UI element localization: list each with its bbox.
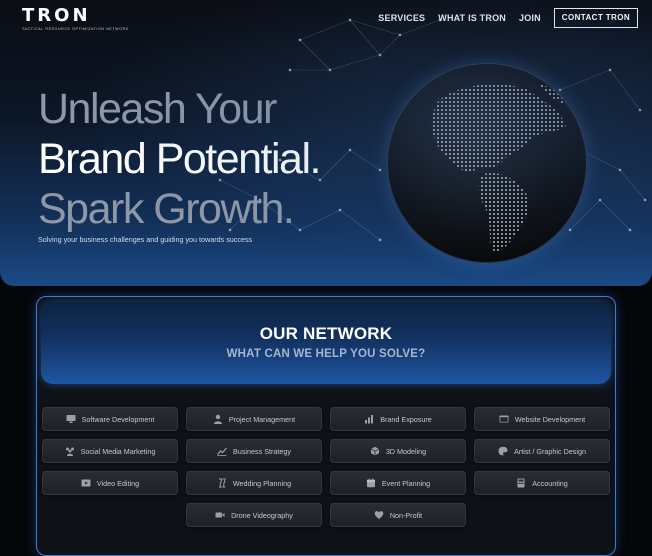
browser-window-icon xyxy=(499,414,509,424)
service-card-project-management[interactable]: Project Management xyxy=(186,407,322,431)
section-title: OUR NETWORK xyxy=(259,324,393,343)
service-card-video-editing[interactable]: Video Editing xyxy=(42,471,178,495)
section-subtitle: WHAT CAN WE HELP YOU SOLVE? xyxy=(226,348,426,360)
service-card-3d-modeling[interactable]: 3D Modeling xyxy=(330,439,466,463)
service-card-accounting[interactable]: Accounting xyxy=(474,471,610,495)
calendar-icon xyxy=(366,478,376,488)
service-label: Drone Videography xyxy=(231,510,293,520)
hero-section: TRON TACTICAL RESOURCE OPTIMIZATION NETW… xyxy=(0,0,652,286)
globe-dots-icon xyxy=(432,84,572,252)
service-label: Wedding Planning xyxy=(232,478,292,488)
service-card-brand-exposure[interactable]: Brand Exposure xyxy=(330,407,466,431)
service-label: Software Development xyxy=(81,414,155,424)
service-card-website-development[interactable]: Website Development xyxy=(474,407,610,431)
service-label: Video Editing xyxy=(96,478,140,488)
monitor-icon xyxy=(66,414,76,424)
trend-line-icon xyxy=(217,446,228,456)
top-nav: SERVICES WHAT IS TRON JOIN CONTACT TRON xyxy=(378,8,638,28)
headline-line-1: Unleash Your xyxy=(38,85,277,133)
service-card-non-profit[interactable]: Non-Profit xyxy=(330,503,466,527)
people-group-icon xyxy=(65,446,75,456)
service-label: Project Management xyxy=(228,414,296,424)
globe-graphic xyxy=(388,64,586,262)
play-video-icon xyxy=(81,478,91,488)
our-network-panel: OUR NETWORK WHAT CAN WE HELP YOU SOLVE? … xyxy=(36,296,616,556)
hero-headline: Unleash Your Brand Potential. Spark Grow… xyxy=(38,84,321,234)
service-label: Brand Exposure xyxy=(380,414,432,424)
headline-line-3: Spark Growth. xyxy=(38,185,295,233)
bar-chart-icon xyxy=(364,414,374,424)
service-card-software-development[interactable]: Software Development xyxy=(42,407,178,431)
video-camera-icon xyxy=(215,510,225,520)
hero-subtitle: Solving your business challenges and gui… xyxy=(38,235,253,244)
service-card-event-planning[interactable]: Event Planning xyxy=(330,471,466,495)
service-label: Event Planning xyxy=(381,478,431,488)
service-card-wedding-planning[interactable]: Wedding Planning xyxy=(186,471,322,495)
champagne-icon xyxy=(217,478,227,488)
service-card-business-strategy[interactable]: Business Strategy xyxy=(186,439,322,463)
tron-logo[interactable]: TRON TACTICAL RESOURCE OPTIMIZATION NETW… xyxy=(22,5,132,32)
nav-link-what-is-tron[interactable]: WHAT IS TRON xyxy=(438,9,506,27)
service-label: Artist / Graphic Design xyxy=(514,446,586,456)
palette-icon xyxy=(498,446,508,456)
our-network-banner: OUR NETWORK WHAT CAN WE HELP YOU SOLVE? xyxy=(41,302,611,384)
service-label: Website Development xyxy=(514,414,586,424)
person-icon xyxy=(213,414,223,424)
service-label: Accounting xyxy=(532,478,568,488)
logo-wordmark: TRON xyxy=(22,5,91,26)
service-label: Business Strategy xyxy=(233,446,291,456)
service-label: 3D Modeling xyxy=(385,446,427,456)
logo-tagline: TACTICAL RESOURCE OPTIMIZATION NETWORK xyxy=(22,27,129,31)
contact-tron-button[interactable]: CONTACT TRON xyxy=(553,8,638,28)
headline-line-2: Brand Potential. xyxy=(38,135,321,183)
nav-link-services[interactable]: SERVICES xyxy=(378,9,425,27)
service-label: Non-Profit xyxy=(389,510,423,520)
nav-link-join[interactable]: JOIN xyxy=(519,9,541,27)
service-card-artist-graphic-design[interactable]: Artist / Graphic Design xyxy=(474,439,610,463)
service-card-social-media-marketing[interactable]: Social Media Marketing xyxy=(42,439,178,463)
heart-icon xyxy=(374,510,384,520)
cube-icon xyxy=(370,446,380,456)
calculator-icon xyxy=(516,478,526,488)
service-card-drone-videography[interactable]: Drone Videography xyxy=(186,503,322,527)
service-label: Social Media Marketing xyxy=(80,446,156,456)
